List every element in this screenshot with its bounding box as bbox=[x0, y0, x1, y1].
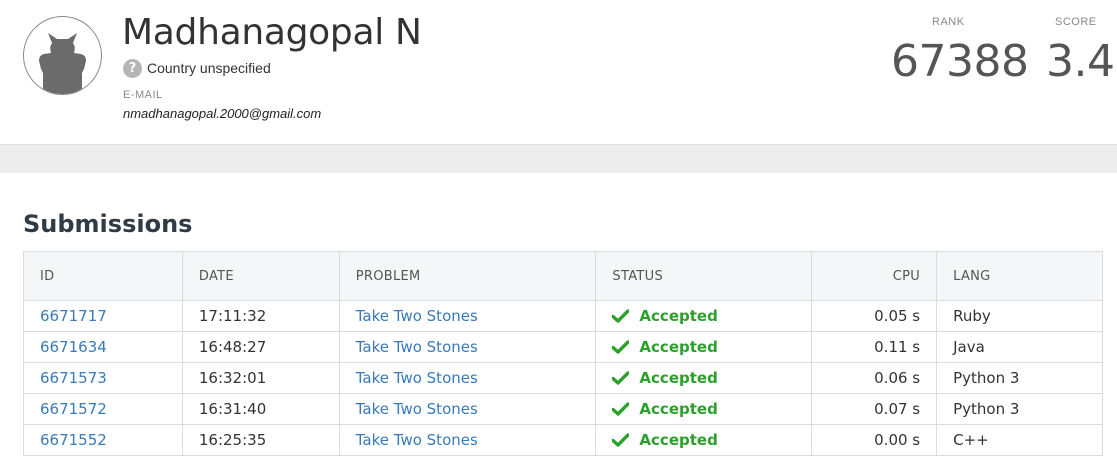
cell-status: Accepted bbox=[595, 362, 813, 394]
cell-date: 17:11:32 bbox=[181, 300, 340, 332]
status-text: Accepted bbox=[639, 307, 718, 325]
submissions-table: ID DATE PROBLEM STATUS CPU LANG 6671717 … bbox=[23, 251, 1103, 456]
table-row: 6671634 16:48:27 Take Two Stones Accepte… bbox=[23, 331, 1103, 363]
header-cpu[interactable]: CPU bbox=[811, 251, 938, 301]
status-text: Accepted bbox=[639, 431, 718, 449]
cell-date: 16:48:27 bbox=[181, 331, 340, 363]
cell-problem: Take Two Stones bbox=[338, 424, 597, 456]
cell-status: Accepted bbox=[595, 300, 813, 332]
country-text: Country unspecified bbox=[147, 60, 271, 76]
cell-problem: Take Two Stones bbox=[338, 331, 597, 363]
header-status[interactable]: STATUS bbox=[595, 251, 813, 301]
table-row: 6671717 17:11:32 Take Two Stones Accepte… bbox=[23, 300, 1103, 332]
rank-label: RANK bbox=[932, 16, 965, 28]
cell-id: 6671552 bbox=[23, 424, 183, 456]
country: ? Country unspecified bbox=[123, 57, 271, 79]
cell-id: 6671634 bbox=[23, 331, 183, 363]
table-row: 6671572 16:31:40 Take Two Stones Accepte… bbox=[23, 393, 1103, 425]
avatar bbox=[23, 16, 102, 95]
submission-id-link[interactable]: 6671717 bbox=[40, 307, 107, 325]
cell-lang: C++ bbox=[936, 424, 1103, 456]
cell-cpu: 0.05 s bbox=[811, 300, 938, 332]
rank-value: 67388 bbox=[891, 36, 1029, 87]
problem-link[interactable]: Take Two Stones bbox=[356, 400, 478, 418]
checkmark-icon bbox=[612, 402, 630, 416]
profile-name: Madhanagopal N bbox=[122, 12, 422, 53]
submission-id-link[interactable]: 6671573 bbox=[40, 369, 107, 387]
cell-date: 16:31:40 bbox=[181, 393, 340, 425]
cell-cpu: 0.00 s bbox=[811, 424, 938, 456]
checkmark-icon bbox=[612, 433, 630, 447]
cell-date: 16:32:01 bbox=[181, 362, 340, 394]
cell-id: 6671572 bbox=[23, 393, 183, 425]
table-header-row: ID DATE PROBLEM STATUS CPU LANG bbox=[23, 251, 1103, 301]
status-badge: Accepted bbox=[612, 338, 795, 356]
submission-id-link[interactable]: 6671572 bbox=[40, 400, 107, 418]
cell-cpu: 0.07 s bbox=[811, 393, 938, 425]
cell-date: 16:25:35 bbox=[181, 424, 340, 456]
checkmark-icon bbox=[612, 371, 630, 385]
header-lang[interactable]: LANG bbox=[936, 251, 1103, 301]
problem-link[interactable]: Take Two Stones bbox=[356, 307, 478, 325]
table-row: 6671552 16:25:35 Take Two Stones Accepte… bbox=[23, 424, 1103, 456]
section-title: Submissions bbox=[23, 210, 193, 238]
problem-link[interactable]: Take Two Stones bbox=[356, 369, 478, 387]
cell-status: Accepted bbox=[595, 393, 813, 425]
header-date[interactable]: DATE bbox=[181, 251, 340, 301]
submission-id-link[interactable]: 6671634 bbox=[40, 338, 107, 356]
table-row: 6671573 16:32:01 Take Two Stones Accepte… bbox=[23, 362, 1103, 394]
question-circle-icon: ? bbox=[123, 58, 142, 78]
status-badge: Accepted bbox=[612, 431, 795, 449]
separator-band bbox=[0, 144, 1117, 173]
cell-cpu: 0.06 s bbox=[811, 362, 938, 394]
status-text: Accepted bbox=[639, 400, 718, 418]
cell-status: Accepted bbox=[595, 331, 813, 363]
cell-id: 6671573 bbox=[23, 362, 183, 394]
email-value: nmadhanagopal.2000@gmail.com bbox=[123, 106, 322, 121]
checkmark-icon bbox=[612, 309, 630, 323]
profile-header: Madhanagopal N ? Country unspecified E-M… bbox=[0, 0, 1117, 144]
score-value: 3.4 bbox=[1046, 36, 1115, 87]
cell-cpu: 0.11 s bbox=[811, 331, 938, 363]
cell-lang: Python 3 bbox=[936, 393, 1103, 425]
cell-problem: Take Two Stones bbox=[338, 393, 597, 425]
score-label: SCORE bbox=[1055, 16, 1097, 28]
submission-id-link[interactable]: 6671552 bbox=[40, 431, 107, 449]
header-problem[interactable]: PROBLEM bbox=[338, 251, 597, 301]
status-badge: Accepted bbox=[612, 400, 795, 418]
cell-lang: Ruby bbox=[936, 300, 1103, 332]
cell-problem: Take Two Stones bbox=[338, 300, 597, 332]
problem-link[interactable]: Take Two Stones bbox=[356, 338, 478, 356]
status-text: Accepted bbox=[639, 338, 718, 356]
checkmark-icon bbox=[612, 340, 630, 354]
cell-id: 6671717 bbox=[23, 300, 183, 332]
status-text: Accepted bbox=[639, 369, 718, 387]
cell-problem: Take Two Stones bbox=[338, 362, 597, 394]
header-id[interactable]: ID bbox=[23, 251, 183, 301]
cell-lang: Java bbox=[936, 331, 1103, 363]
problem-link[interactable]: Take Two Stones bbox=[356, 431, 478, 449]
status-badge: Accepted bbox=[612, 307, 795, 325]
cell-lang: Python 3 bbox=[936, 362, 1103, 394]
email-label: E-MAIL bbox=[123, 89, 163, 101]
cell-status: Accepted bbox=[595, 424, 813, 456]
default-avatar-icon bbox=[39, 33, 86, 94]
status-badge: Accepted bbox=[612, 369, 795, 387]
